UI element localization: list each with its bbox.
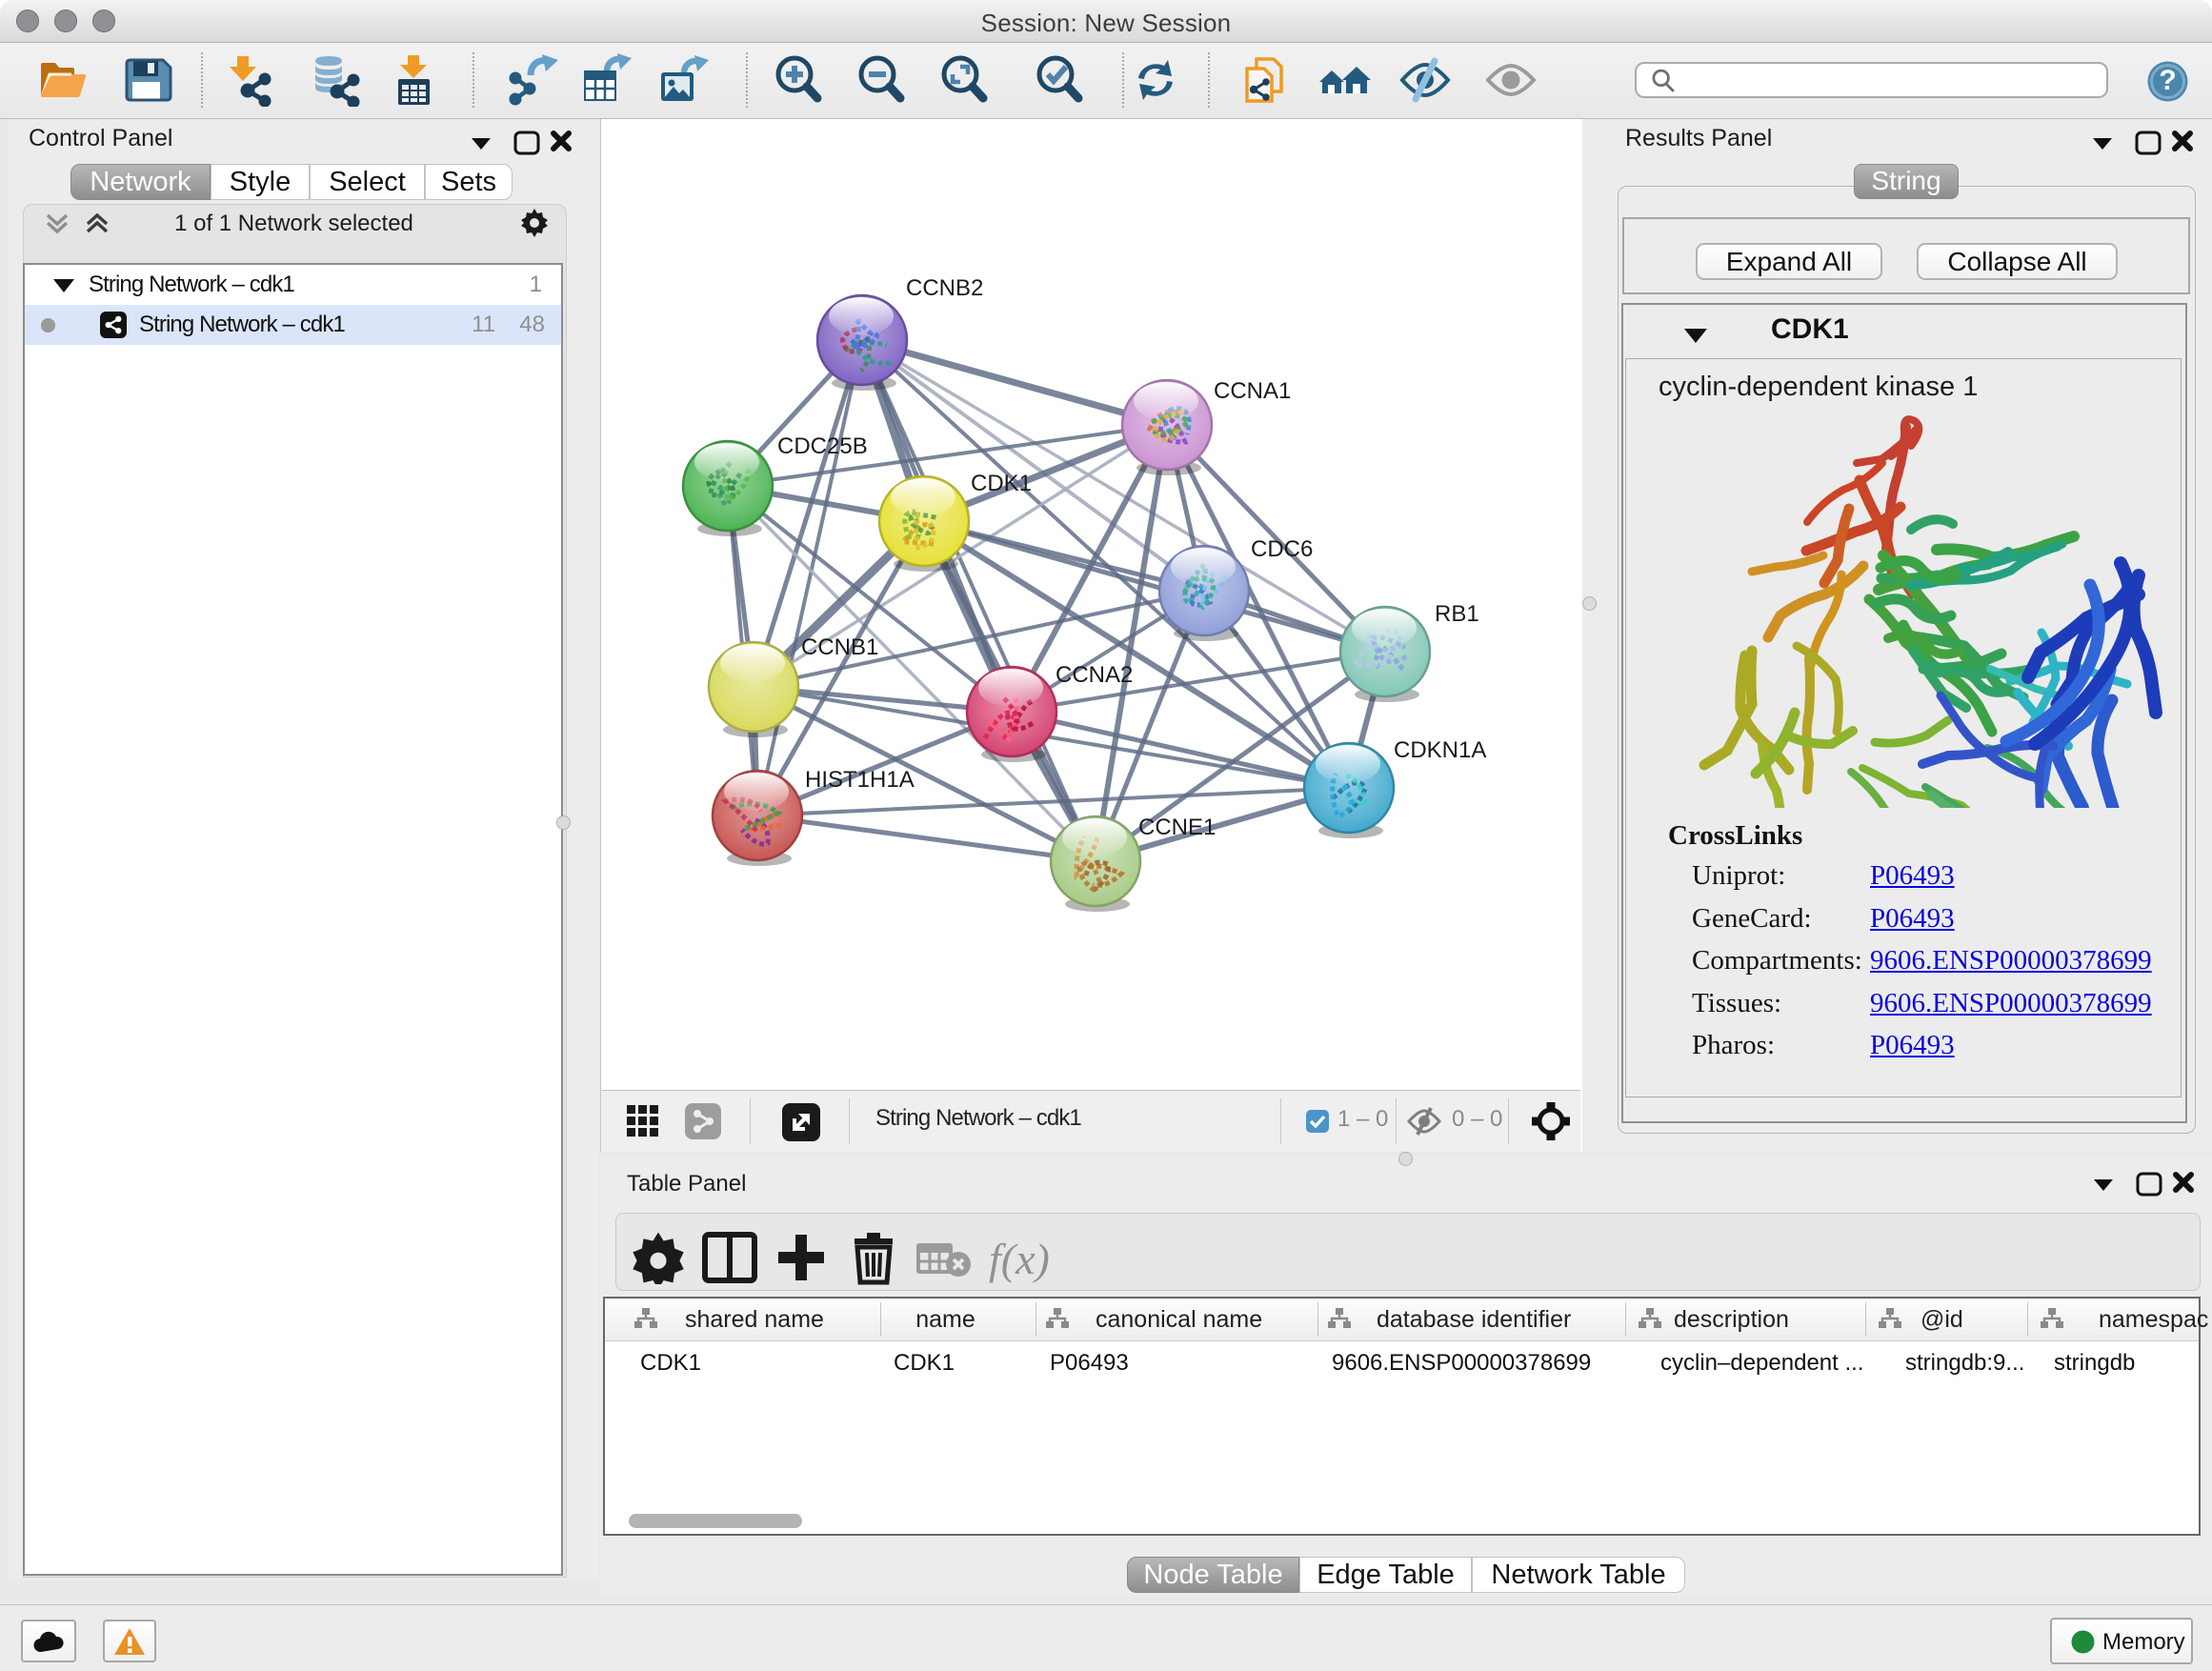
svg-text:CCNA1: CCNA1: [1214, 378, 1291, 404]
svg-text:CDKN1A: CDKN1A: [1394, 737, 1486, 763]
svg-text:CDK1: CDK1: [971, 471, 1032, 496]
svg-text:CDC6: CDC6: [1251, 536, 1313, 562]
svg-text:CCNB2: CCNB2: [906, 275, 983, 301]
svg-text:CCNA2: CCNA2: [1056, 662, 1133, 688]
svg-text:HIST1H1A: HIST1H1A: [805, 767, 915, 793]
svg-text:CCNB1: CCNB1: [801, 634, 878, 660]
svg-text:CCNE1: CCNE1: [1138, 815, 1216, 840]
svg-text:?: ?: [2159, 65, 2176, 96]
svg-text:RB1: RB1: [1435, 601, 1479, 627]
svg-text:CDC25B: CDC25B: [777, 433, 868, 459]
